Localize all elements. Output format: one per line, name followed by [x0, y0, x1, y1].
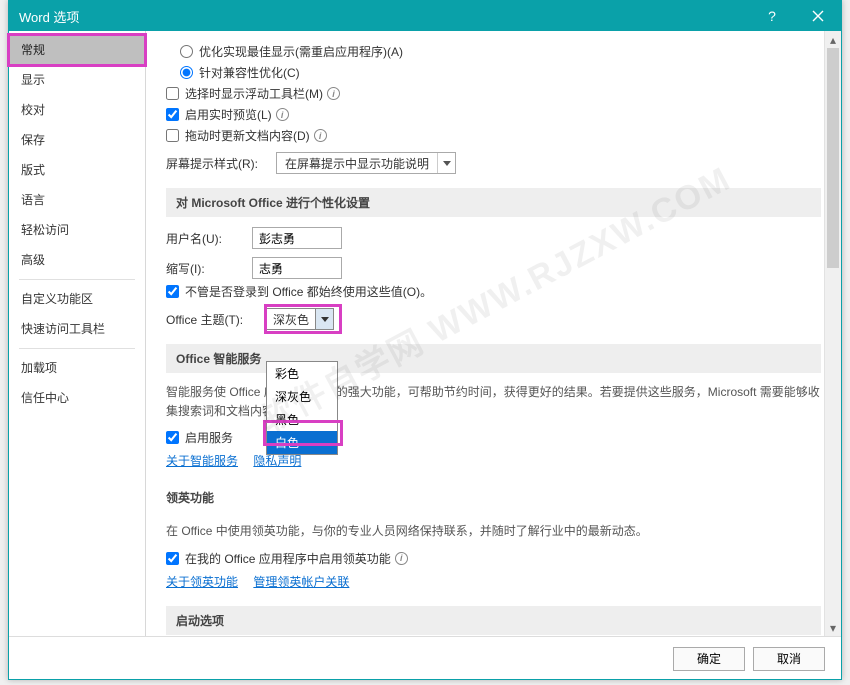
close-button[interactable]	[795, 1, 841, 31]
section-smart-services: Office 智能服务	[166, 344, 821, 373]
sidebar-item-general[interactable]: 常规	[9, 35, 145, 65]
scroll-up-icon[interactable]: ▴	[825, 31, 841, 48]
section-linkedin: 领英功能	[166, 483, 821, 512]
sidebar-separator	[19, 348, 135, 349]
dropdown-screentip[interactable]: 在屏幕提示中显示功能说明	[276, 152, 456, 174]
radio-optimize-display[interactable]: 优化实现最佳显示(需重启应用程序)(A)	[180, 43, 821, 60]
theme-option[interactable]: 彩色	[267, 362, 337, 385]
check-drag-update[interactable]: 拖动时更新文档内容(D) i	[166, 127, 821, 144]
sidebar-item-quick-access[interactable]: 快速访问工具栏	[9, 314, 145, 344]
sidebar-item-addins[interactable]: 加载项	[9, 353, 145, 383]
label-screentip: 屏幕提示样式(R):	[166, 155, 276, 172]
sidebar: 常规 显示 校对 保存 版式 语言 轻松访问 高级 自定义功能区 快速访问工具栏…	[9, 31, 146, 636]
checkbox-input[interactable]	[166, 87, 179, 100]
row-username: 用户名(U):	[166, 227, 821, 249]
chevron-down-icon	[315, 309, 333, 329]
dropdown-value: 深灰色	[267, 309, 315, 329]
link-manage-linkedin[interactable]: 管理领英帐户关联	[253, 575, 349, 589]
info-icon[interactable]: i	[327, 87, 340, 100]
checkbox-label: 启用实时预览(L)	[185, 106, 272, 123]
input-initials[interactable]	[252, 257, 342, 279]
main-panel: 优化实现最佳显示(需重启应用程序)(A) 针对兼容性优化(C) 选择时显示浮动工…	[146, 31, 841, 636]
checkbox-input[interactable]	[166, 129, 179, 142]
row-initials: 缩写(I):	[166, 257, 821, 279]
link-privacy-statement[interactable]: 隐私声明	[253, 454, 301, 468]
sidebar-item-language[interactable]: 语言	[9, 185, 145, 215]
radio-input[interactable]	[180, 66, 193, 79]
checkbox-input[interactable]	[166, 552, 179, 565]
radio-input[interactable]	[180, 45, 193, 58]
close-icon	[812, 10, 824, 22]
theme-option[interactable]: 黑色	[267, 408, 337, 431]
help-button[interactable]: ?	[749, 1, 795, 31]
scroll-down-icon[interactable]: ▾	[825, 619, 841, 636]
info-icon[interactable]: i	[314, 129, 327, 142]
sidebar-separator	[19, 279, 135, 280]
dialog-content: 常规 显示 校对 保存 版式 语言 轻松访问 高级 自定义功能区 快速访问工具栏…	[9, 31, 841, 636]
link-about-linkedin[interactable]: 关于领英功能	[166, 575, 238, 589]
input-username[interactable]	[252, 227, 342, 249]
label-theme: Office 主题(T):	[166, 311, 266, 328]
checkbox-label: 拖动时更新文档内容(D)	[185, 127, 310, 144]
checkbox-label: 在我的 Office 应用程序中启用领英功能	[185, 550, 391, 567]
checkbox-input[interactable]	[166, 285, 179, 298]
info-icon[interactable]: i	[395, 552, 408, 565]
checkbox-label: 选择时显示浮动工具栏(M)	[185, 85, 323, 102]
sidebar-item-accessibility[interactable]: 轻松访问	[9, 215, 145, 245]
sidebar-item-display[interactable]: 显示	[9, 65, 145, 95]
row-screentip-style: 屏幕提示样式(R): 在屏幕提示中显示功能说明	[166, 152, 821, 174]
checkbox-label: 不管是否登录到 Office 都始终使用这些值(O)。	[185, 283, 432, 300]
chevron-down-icon	[437, 153, 455, 173]
sidebar-item-trust-center[interactable]: 信任中心	[9, 383, 145, 413]
theme-option[interactable]: 深灰色	[267, 385, 337, 408]
info-icon[interactable]: i	[276, 108, 289, 121]
label-initials: 缩写(I):	[166, 260, 252, 277]
linkedin-description: 在 Office 中使用领英功能，与你的专业人员网络保持联系，并随时了解行业中的…	[166, 522, 821, 541]
scrollbar-vertical[interactable]: ▴ ▾	[824, 31, 841, 636]
radio-compatibility[interactable]: 针对兼容性优化(C)	[180, 64, 821, 81]
section-personalize: 对 Microsoft Office 进行个性化设置	[166, 188, 821, 217]
radio-label: 优化实现最佳显示(需重启应用程序)(A)	[199, 43, 403, 60]
check-linkedin-enable[interactable]: 在我的 Office 应用程序中启用领英功能 i	[166, 550, 821, 567]
theme-option-list: 彩色 深灰色 黑色 白色	[266, 361, 338, 455]
link-about-smart-services[interactable]: 关于智能服务	[166, 454, 238, 468]
ok-button[interactable]: 确定	[673, 647, 745, 671]
window-title: Word 选项	[9, 7, 79, 26]
checkbox-label: 启用服务	[185, 429, 233, 446]
dropdown-value: 在屏幕提示中显示功能说明	[277, 155, 437, 172]
row-office-theme: Office 主题(T): 深灰色	[166, 308, 821, 330]
sidebar-item-proofing[interactable]: 校对	[9, 95, 145, 125]
titlebar-controls: ?	[749, 1, 841, 31]
sidebar-item-save[interactable]: 保存	[9, 125, 145, 155]
smart-services-description: 智能服务使 Office 应用可以获取的强大功能，可帮助节约时间，获得更好的结果…	[166, 383, 821, 421]
main-scroll-area: 优化实现最佳显示(需重启应用程序)(A) 针对兼容性优化(C) 选择时显示浮动工…	[146, 31, 841, 636]
scrollbar-thumb[interactable]	[827, 48, 839, 268]
theme-option-selected[interactable]: 白色	[267, 431, 337, 454]
check-always-use-values[interactable]: 不管是否登录到 Office 都始终使用这些值(O)。	[166, 283, 821, 300]
sidebar-item-advanced[interactable]: 高级	[9, 245, 145, 275]
sidebar-item-customize-ribbon[interactable]: 自定义功能区	[9, 284, 145, 314]
section-startup: 启动选项	[166, 606, 821, 635]
radio-label: 针对兼容性优化(C)	[199, 64, 300, 81]
options-dialog: Word 选项 ? 常规 显示 校对 保存 版式 语言 轻松访问 高级 自定义功…	[8, 0, 842, 680]
dialog-footer: 确定 取消	[9, 636, 841, 680]
check-mini-toolbar[interactable]: 选择时显示浮动工具栏(M) i	[166, 85, 821, 102]
checkbox-input[interactable]	[166, 108, 179, 121]
check-live-preview[interactable]: 启用实时预览(L) i	[166, 106, 821, 123]
check-enable-services[interactable]: 启用服务	[166, 429, 821, 446]
titlebar: Word 选项 ?	[9, 1, 841, 31]
checkbox-input[interactable]	[166, 431, 179, 444]
cancel-button[interactable]: 取消	[753, 647, 825, 671]
label-username: 用户名(U):	[166, 230, 252, 247]
sidebar-item-layout[interactable]: 版式	[9, 155, 145, 185]
dropdown-office-theme[interactable]: 深灰色	[266, 308, 334, 330]
